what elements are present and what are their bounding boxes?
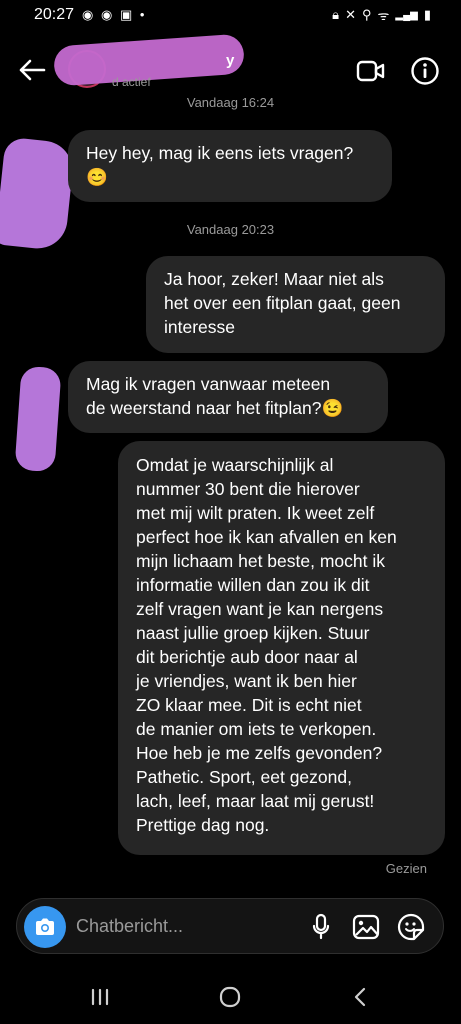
timestamp: Vandaag 16:24 xyxy=(186,95,275,110)
system-status-icons: 🔒︎ ✕ ⚲ ᯤ ▂▄▆ ▮ xyxy=(332,6,431,24)
contact-status: d actief xyxy=(112,75,151,89)
contact-name[interactable]: y xyxy=(226,52,234,69)
message-outgoing[interactable]: Ja hoor, zeker! Maar niet als het over e… xyxy=(146,256,445,353)
recent-apps-button[interactable] xyxy=(80,982,120,1012)
messenger-icon-2: ◉ xyxy=(100,7,115,22)
timestamp: Vandaag 20:23 xyxy=(186,222,275,237)
video-camera-icon xyxy=(356,60,385,82)
notification-icons: ◉ ◉ ▣ • xyxy=(82,7,146,23)
info-button[interactable] xyxy=(406,52,444,90)
chevron-left-icon xyxy=(354,987,366,1007)
seen-indicator: Gezien xyxy=(385,861,427,876)
status-time: 20:27 xyxy=(34,6,75,23)
message-input[interactable] xyxy=(76,914,286,938)
message-outgoing[interactable]: Omdat je waarschijnlijk al nummer 30 ben… xyxy=(118,441,445,855)
mute-icon: ✕ xyxy=(345,7,356,22)
voice-message-button[interactable] xyxy=(305,911,337,943)
wifi-icon: ᯤ xyxy=(377,8,390,23)
camera-icon xyxy=(36,918,54,935)
message-incoming[interactable]: Hey hey, mag ik eens iets vragen? 😊 xyxy=(68,130,392,202)
lock-icon: 🔒︎ xyxy=(332,7,340,22)
image-icon xyxy=(352,914,380,940)
sticker-icon xyxy=(397,913,425,941)
location-icon: ⚲ xyxy=(361,7,372,22)
arrow-left-icon xyxy=(19,59,46,81)
signal-icon: ▂▄▆ xyxy=(395,9,418,21)
recents-icon xyxy=(91,988,109,1006)
gallery-icon: ▣ xyxy=(119,7,135,22)
home-icon xyxy=(219,986,241,1008)
battery-icon: ▮ xyxy=(423,7,431,22)
back-nav-button[interactable] xyxy=(340,982,380,1012)
camera-button[interactable] xyxy=(24,906,66,948)
microphone-icon xyxy=(312,913,330,940)
message-incoming[interactable]: Mag ik vragen vanwaar meteen de weerstan… xyxy=(68,361,388,433)
messenger-icon: ◉ xyxy=(82,7,96,22)
back-button[interactable] xyxy=(16,52,48,88)
dot-icon: • xyxy=(139,7,147,22)
sticker-button[interactable] xyxy=(395,911,427,943)
home-button[interactable] xyxy=(210,982,250,1012)
video-call-button[interactable] xyxy=(354,54,388,88)
avatar-redaction xyxy=(14,365,62,473)
gallery-button[interactable] xyxy=(350,911,382,943)
info-icon xyxy=(411,57,439,85)
